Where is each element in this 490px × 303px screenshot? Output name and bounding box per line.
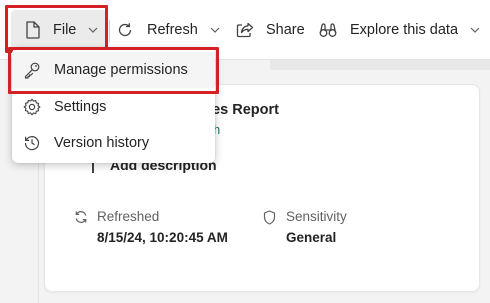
share-label: Share	[266, 22, 305, 38]
refresh-button[interactable]: Refresh	[117, 10, 220, 50]
file-dropdown-menu: Manage permissions Settings Version hist…	[12, 48, 215, 163]
chevron-down-icon[interactable]	[210, 27, 220, 33]
file-menu-button[interactable]: File	[11, 10, 107, 50]
menu-item-label: Version history	[54, 135, 150, 151]
header-strip	[270, 60, 490, 70]
menu-item-label: Settings	[54, 99, 107, 115]
sensitivity-label: Sensitivity	[286, 209, 347, 224]
binoculars-icon	[319, 22, 337, 38]
history-icon	[23, 134, 41, 156]
gear-icon	[23, 98, 41, 120]
key-icon	[23, 61, 41, 83]
menu-item-label: Manage permissions	[54, 62, 188, 78]
refreshed-label: Refreshed	[97, 209, 160, 224]
file-label: File	[53, 22, 77, 38]
menu-item-settings[interactable]: Settings	[12, 89, 215, 125]
refresh-label: Refresh	[147, 22, 198, 38]
menu-item-manage-permissions[interactable]: Manage permissions	[12, 52, 215, 88]
shield-icon	[263, 210, 276, 230]
share-button[interactable]: Share	[236, 10, 305, 50]
refresh-icon	[117, 22, 133, 38]
document-icon	[25, 21, 40, 39]
explore-data-button[interactable]: Explore this data	[319, 10, 480, 50]
explore-label: Explore this data	[350, 22, 459, 38]
chevron-down-icon	[88, 27, 98, 33]
sensitivity-value: General	[286, 230, 337, 245]
refresh-status-icon	[74, 210, 88, 229]
menu-item-version-history[interactable]: Version history	[12, 125, 215, 161]
chevron-down-icon[interactable]	[470, 27, 480, 33]
refreshed-value: 8/15/24, 10:20:45 AM	[97, 230, 228, 245]
toolbar-divider	[109, 20, 110, 42]
share-icon	[236, 22, 254, 38]
